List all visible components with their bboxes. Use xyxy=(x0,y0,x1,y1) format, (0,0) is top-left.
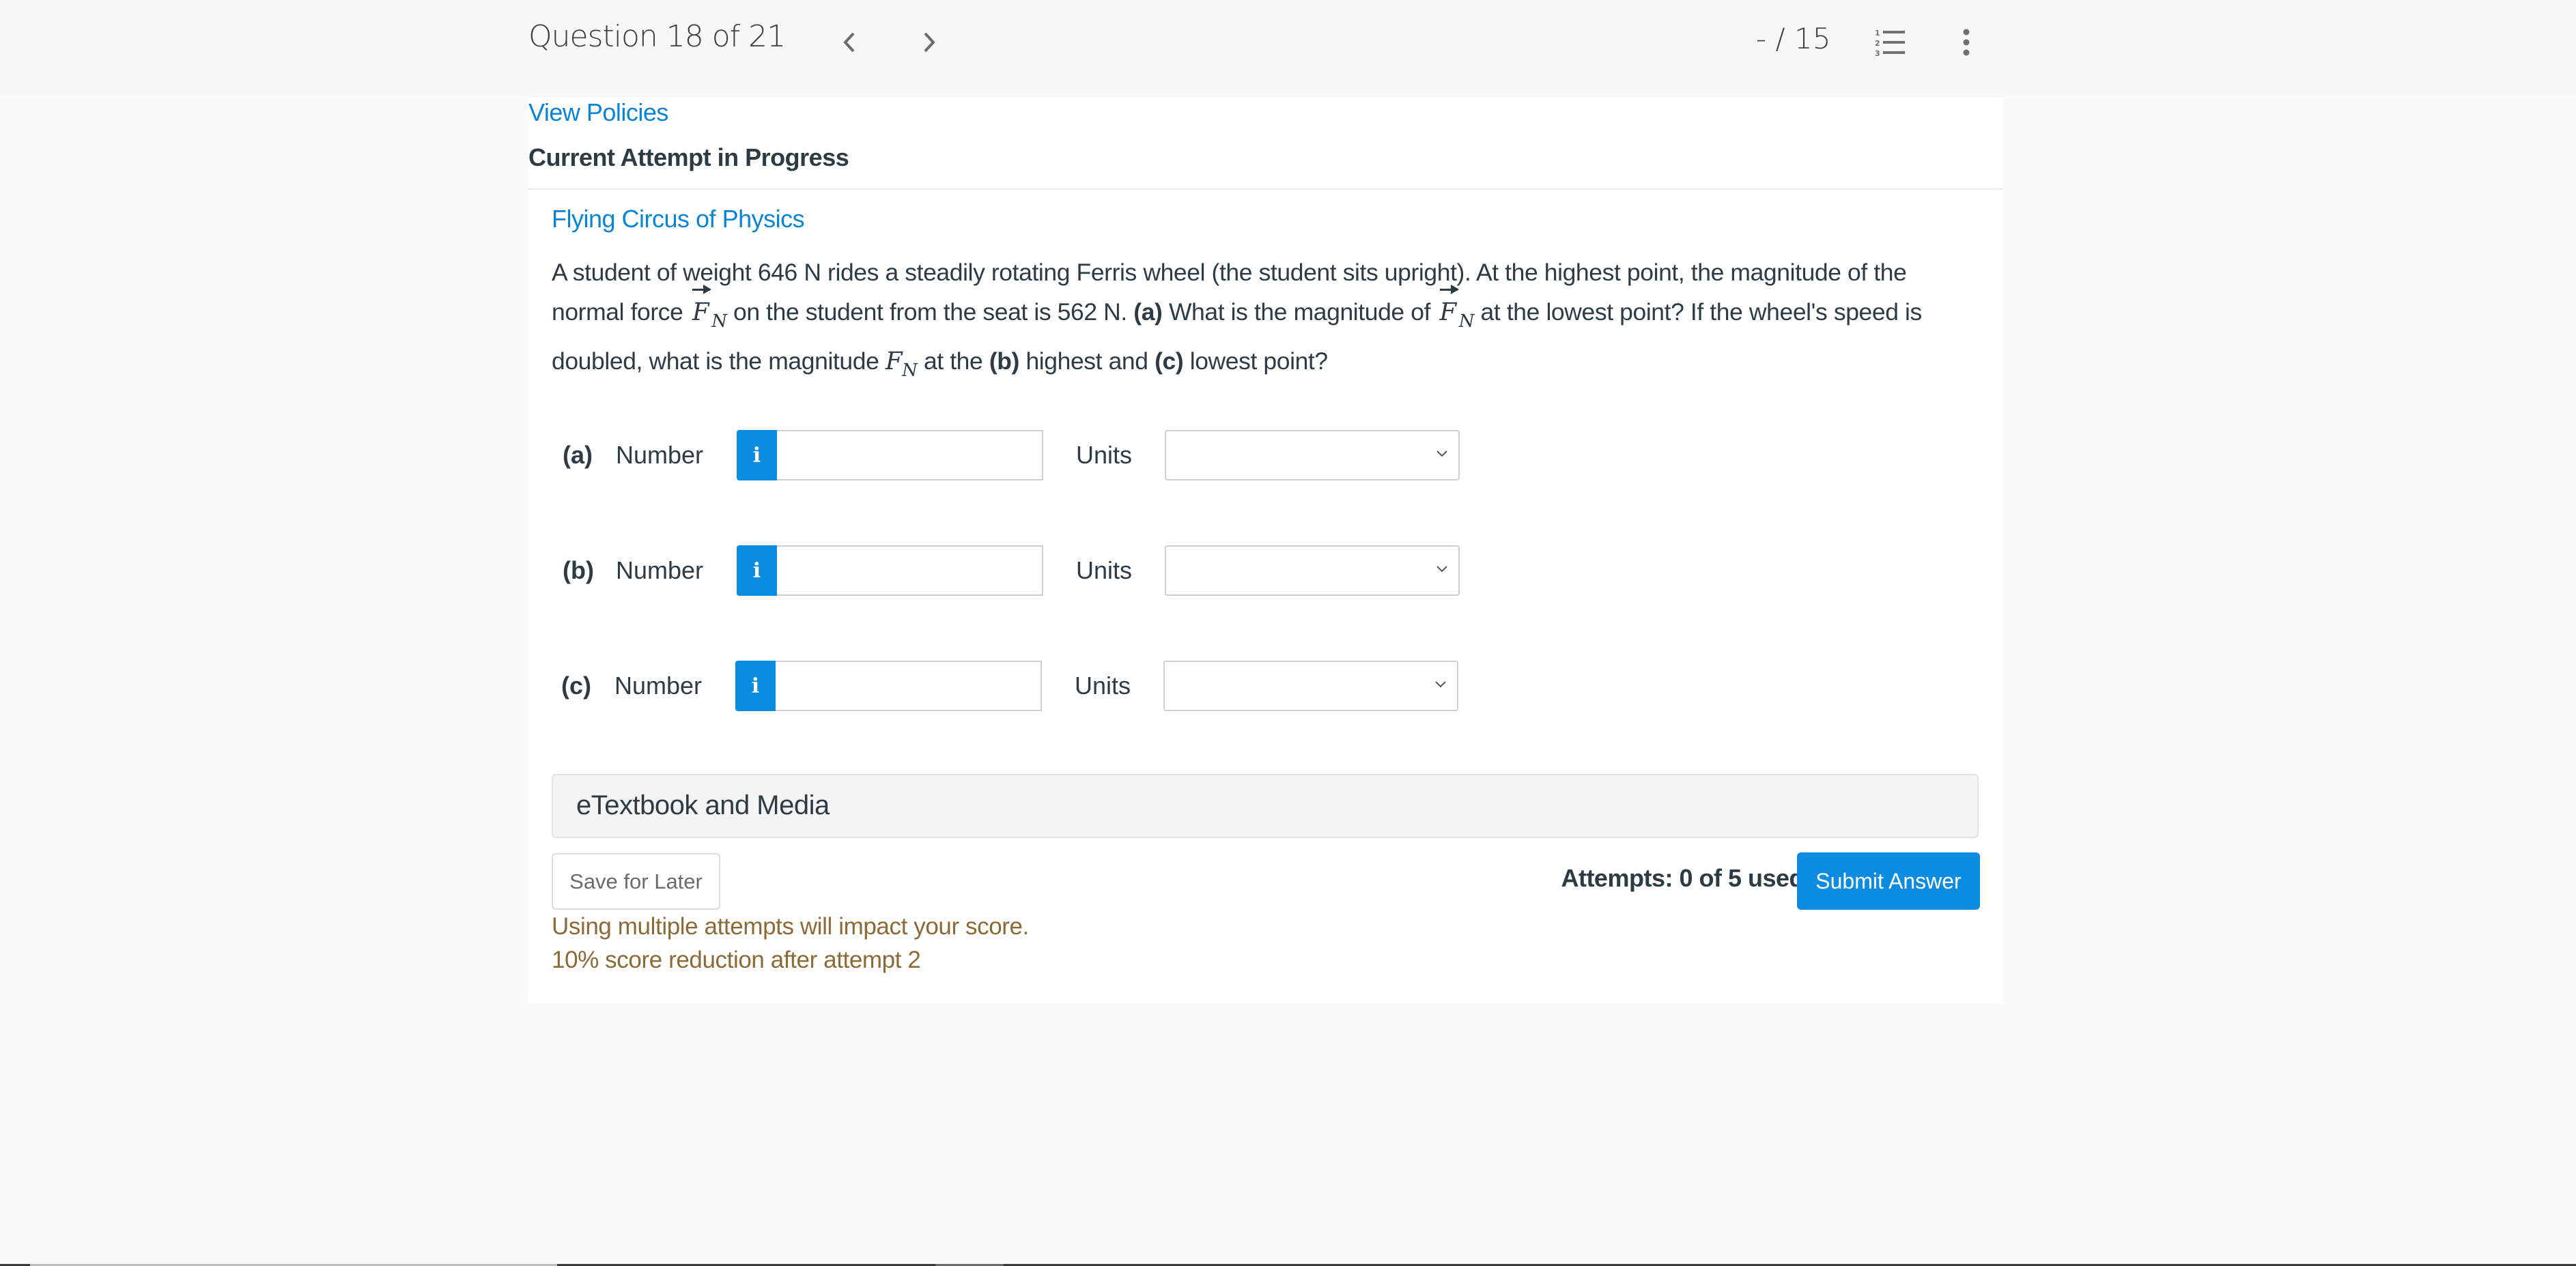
svg-text:2: 2 xyxy=(1875,39,1880,48)
score-reduction-note: 10% score reduction after attempt 2 xyxy=(552,947,921,973)
source-link[interactable]: Flying Circus of Physics xyxy=(552,205,805,233)
number-label: Number xyxy=(616,441,704,469)
question-text-part: What is the magnitude of xyxy=(1162,298,1437,326)
previous-question-button[interactable] xyxy=(832,23,866,61)
divider xyxy=(528,188,2003,190)
units-select-a[interactable] xyxy=(1165,430,1460,480)
subscript-n: N xyxy=(1458,311,1475,332)
question-text-part: on the student from the seat is 562 N. xyxy=(726,298,1134,326)
part-b-ref: (b) xyxy=(989,347,1020,375)
question-header: Question 18 of 21 - / 15 1 2 3 xyxy=(0,0,2576,97)
question-text-part: lowest point? xyxy=(1183,347,1328,375)
attempt-status-heading: Current Attempt in Progress xyxy=(528,143,849,171)
units-select-c[interactable] xyxy=(1163,661,1458,711)
vector-f-symbol: F xyxy=(1439,285,1459,332)
part-a-ref: (a) xyxy=(1133,298,1163,326)
chevron-down-icon xyxy=(1435,681,1446,688)
chevron-right-icon xyxy=(924,32,935,53)
vertical-ellipsis-icon xyxy=(1963,29,1970,56)
magnitude-f-symbol: F xyxy=(885,347,903,375)
number-input-b[interactable] xyxy=(777,545,1043,596)
question-position: Question 18 of 21 xyxy=(528,19,786,54)
part-label: (c) xyxy=(561,672,591,700)
vector-f-symbol: F xyxy=(691,285,712,332)
chevron-down-icon xyxy=(1436,450,1447,457)
info-icon[interactable]: i xyxy=(735,661,776,711)
units-label: Units xyxy=(1075,672,1131,700)
units-select-b[interactable] xyxy=(1165,545,1460,596)
info-icon[interactable]: i xyxy=(737,430,777,480)
score-display: - / 15 xyxy=(1756,22,1831,55)
more-options-button[interactable] xyxy=(1957,27,1976,59)
question-list-button[interactable]: 1 2 3 xyxy=(1875,27,1909,59)
submit-answer-button[interactable]: Submit Answer xyxy=(1797,852,1980,910)
attempts-counter: Attempts: 0 of 5 used xyxy=(1561,864,1804,892)
svg-text:3: 3 xyxy=(1875,49,1880,58)
question-text-part: highest and xyxy=(1019,347,1155,375)
question-text: A student of weight 646 N rides a steadi… xyxy=(552,253,1979,390)
part-c-ref: (c) xyxy=(1155,347,1184,375)
next-question-button[interactable] xyxy=(912,23,946,61)
units-label: Units xyxy=(1076,556,1133,584)
subscript-n: N xyxy=(711,311,727,332)
etextbook-media-panel[interactable]: eTextbook and Media xyxy=(552,774,1979,838)
answer-row-b: (b) Number i Units xyxy=(528,545,2003,597)
chevron-left-icon xyxy=(843,32,855,53)
question-card: View Policies Current Attempt in Progres… xyxy=(528,97,2003,1003)
attempts-warning: Using multiple attempts will impact your… xyxy=(552,913,1029,940)
subscript-n: N xyxy=(902,360,918,381)
part-label: (a) xyxy=(563,441,593,469)
numbered-list-icon: 1 2 3 xyxy=(1875,29,1905,58)
answer-row-c: (c) Number i Units xyxy=(528,661,2003,713)
save-for-later-button[interactable]: Save for Later xyxy=(552,853,720,910)
info-icon[interactable]: i xyxy=(737,545,777,596)
part-label: (b) xyxy=(563,556,594,584)
number-label: Number xyxy=(614,672,703,700)
number-input-c[interactable] xyxy=(776,661,1042,711)
number-input-a[interactable] xyxy=(777,430,1043,480)
units-label: Units xyxy=(1076,441,1133,469)
number-label: Number xyxy=(616,556,704,584)
chevron-down-icon xyxy=(1436,566,1447,573)
etextbook-media-label: eTextbook and Media xyxy=(576,790,830,820)
svg-text:1: 1 xyxy=(1875,29,1880,38)
answer-row-a: (a) Number i Units xyxy=(528,430,2003,482)
question-text-part: at the xyxy=(917,347,989,375)
view-policies-link[interactable]: View Policies xyxy=(528,98,668,127)
